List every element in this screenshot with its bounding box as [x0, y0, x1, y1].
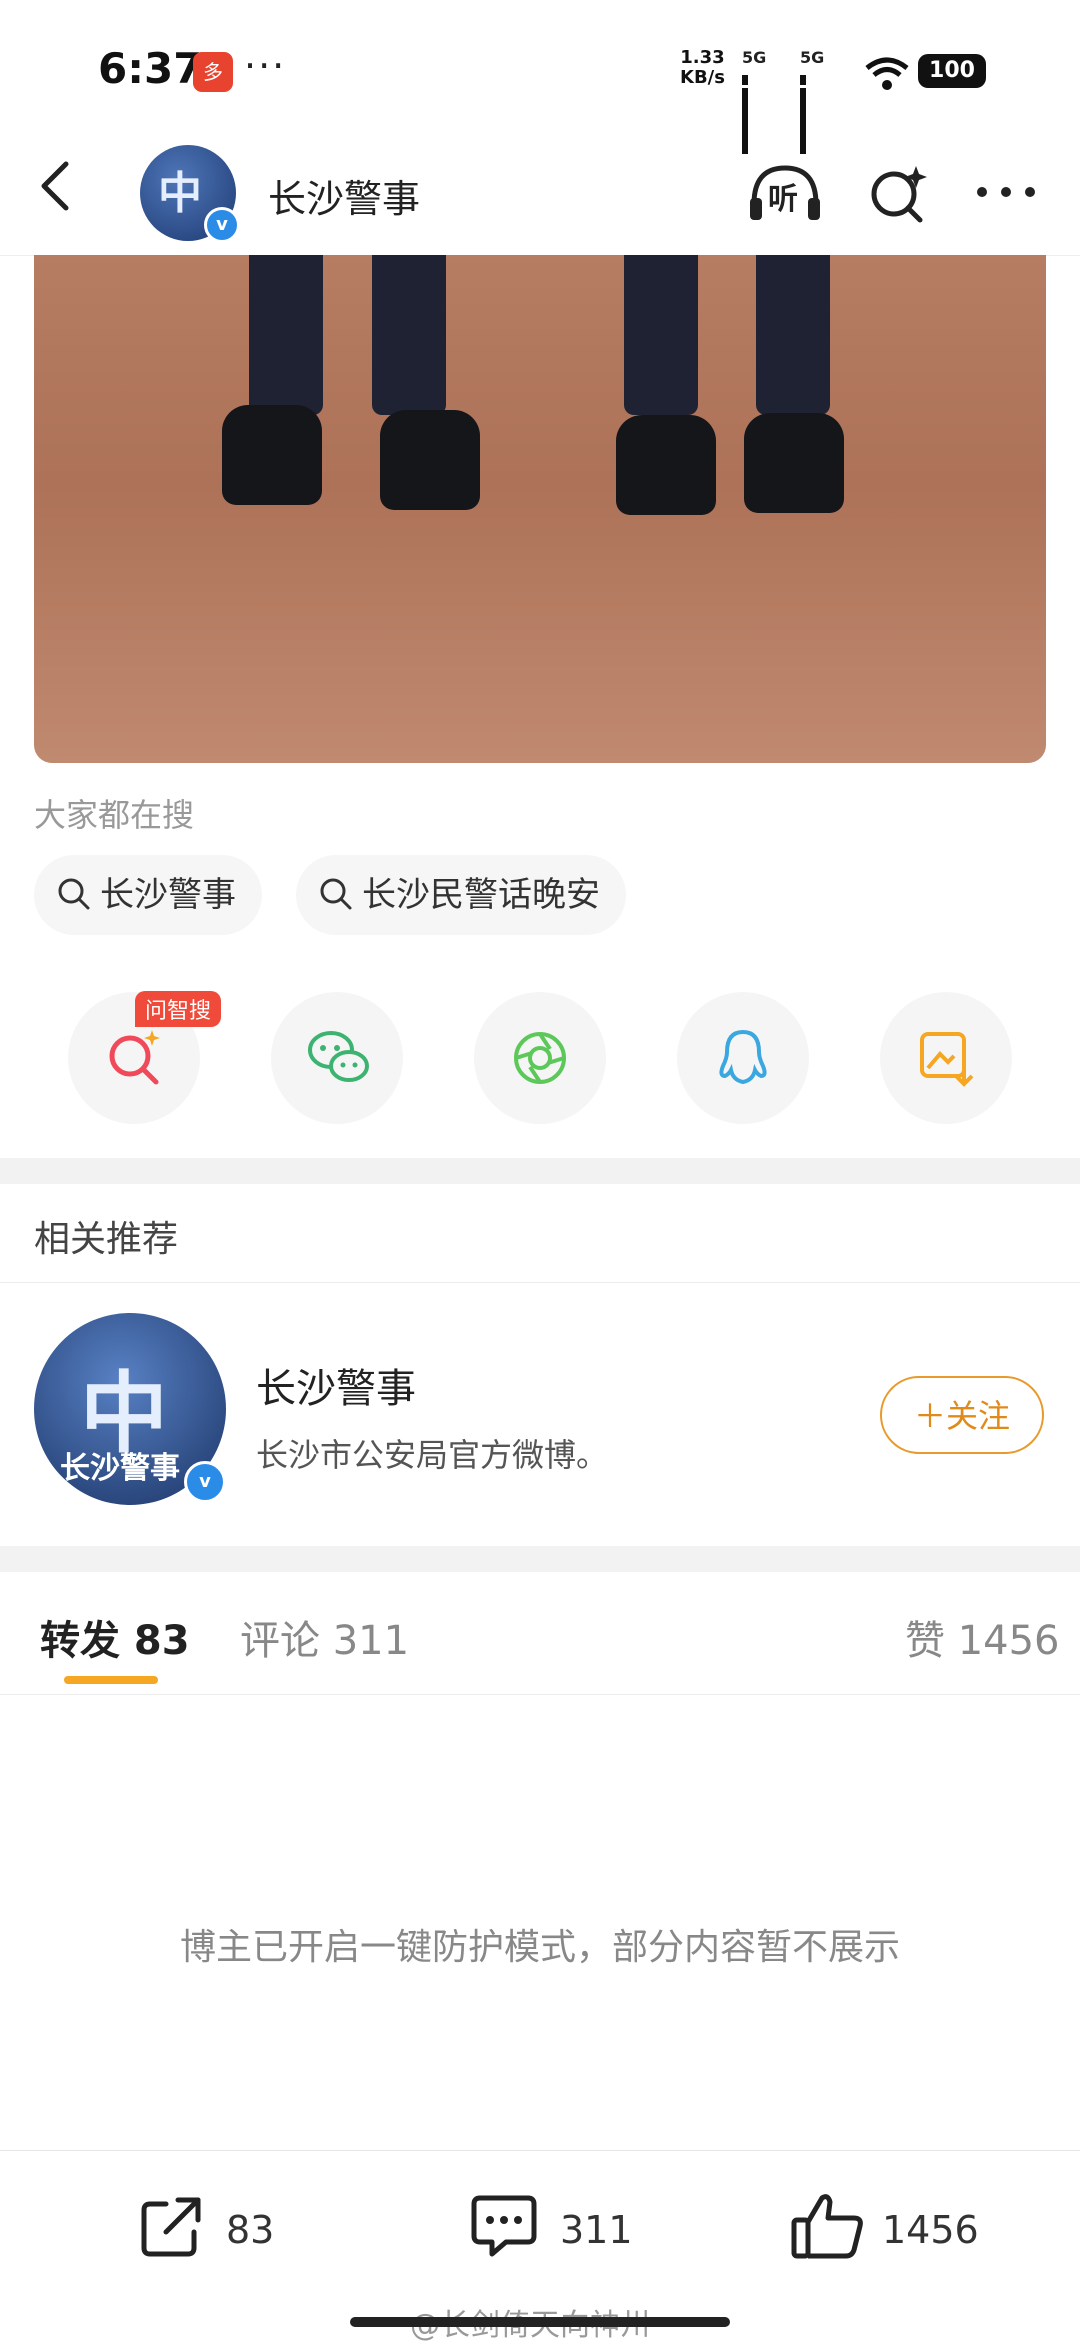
qq-share-button[interactable] — [677, 992, 809, 1124]
search-chip[interactable]: 长沙民警话晚安 — [296, 855, 626, 935]
status-time: 6:37 — [98, 44, 203, 93]
ai-search-tag: 问智搜 — [135, 991, 222, 1027]
battery-icon: 100 — [918, 54, 986, 88]
divider-line — [0, 1282, 1080, 1283]
like-count: 1456 — [882, 2208, 979, 2252]
page-title: 长沙警事 — [268, 177, 421, 221]
tab-like[interactable]: 赞 1456 — [905, 1608, 1060, 1666]
net-speed: 1.33 KB/s — [680, 47, 725, 88]
save-image-icon — [920, 1032, 974, 1087]
section-divider — [0, 1546, 1080, 1572]
section-divider — [0, 1158, 1080, 1184]
search-button[interactable] — [866, 162, 930, 230]
protection-notice: 博主已开启一键防护模式，部分内容暂不展示 — [179, 1927, 900, 1968]
home-indicator[interactable] — [350, 2317, 730, 2327]
search-suggest-label: 大家都在搜 — [34, 796, 195, 834]
post-image[interactable] — [34, 255, 1046, 763]
wechat-icon — [308, 1031, 369, 1082]
comment-button[interactable]: 311 — [468, 2190, 648, 2270]
verified-badge-icon: v — [204, 207, 240, 243]
tab-comment[interactable]: 评论 311 — [240, 1608, 409, 1666]
more-button[interactable] — [974, 180, 1038, 208]
qq-icon — [719, 1029, 767, 1085]
recommend-desc: 长沙市公安局官方微博。 — [256, 1436, 609, 1474]
repost-button[interactable]: 83 — [136, 2190, 296, 2270]
comment-count: 311 — [560, 2208, 633, 2252]
status-bar: 6:37 多 ··· 1.33 KB/s 5G 5G 100 — [0, 0, 1080, 154]
thumbs-up-icon — [791, 2194, 863, 2259]
back-button[interactable] — [30, 150, 90, 230]
listen-label: 听 — [768, 182, 798, 217]
status-more: ··· — [244, 44, 287, 88]
verified-badge-icon: v — [184, 1461, 226, 1503]
repost-count: 83 — [226, 2208, 275, 2252]
recommend-title: 相关推荐 — [34, 1219, 179, 1260]
recommend-name[interactable]: 长沙警事 — [256, 1356, 416, 1414]
ai-search-icon — [109, 1030, 160, 1085]
recommend-avatar[interactable]: 中 长沙警事 v — [34, 1313, 226, 1505]
tab-repost[interactable]: 转发 83 — [40, 1608, 190, 1666]
divider-line — [0, 1694, 1080, 1695]
search-icon — [320, 878, 352, 909]
like-button[interactable]: 1456 — [790, 2190, 990, 2270]
moments-share-button[interactable] — [474, 992, 606, 1124]
search-chip[interactable]: 长沙警事 — [34, 855, 262, 935]
avatar[interactable]: 中 v — [140, 145, 240, 243]
wechat-share-button[interactable] — [271, 992, 403, 1124]
moments-icon — [514, 1032, 566, 1084]
police-emblem-icon: 中 — [158, 168, 202, 219]
avatar-caption: 长沙警事 — [60, 1451, 180, 1486]
repost-icon — [141, 2197, 201, 2257]
search-spark-icon — [871, 166, 927, 223]
wifi-icon — [864, 56, 910, 96]
save-image-button[interactable] — [880, 992, 1012, 1124]
listen-button[interactable]: 听 — [746, 160, 824, 230]
follow-button[interactable]: ＋关注 — [880, 1376, 1044, 1454]
comment-icon — [471, 2195, 537, 2257]
active-tab-indicator — [64, 1676, 158, 1684]
search-icon — [58, 878, 90, 909]
app-notification-icon: 多 — [193, 52, 233, 92]
